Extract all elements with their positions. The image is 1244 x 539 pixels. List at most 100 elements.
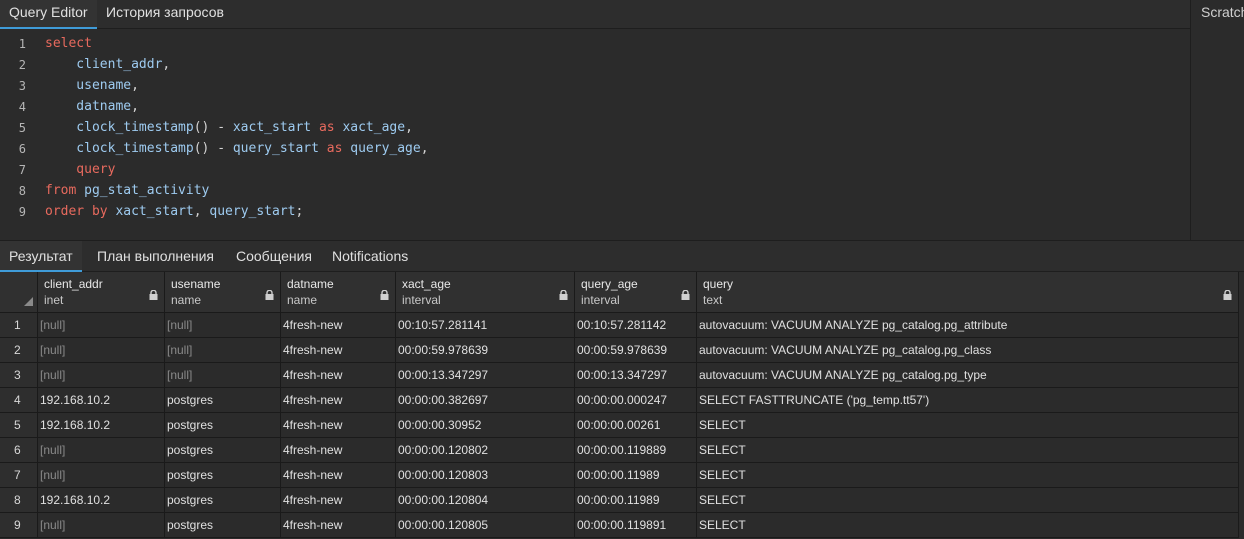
- table-row[interactable]: 9 [null] postgres 4fresh-new 00:00:00.120805…: [0, 513, 1244, 538]
- row-number[interactable]: 9: [0, 513, 38, 538]
- sql-editor[interactable]: 1 2 3 4 5 6 7 8 9 select client_addr, usename, d…: [0, 29, 1190, 240]
- scratch-panel-tab[interactable]: Scratch: [1190, 0, 1244, 29]
- table-cell[interactable]: 00:00:13.347297: [396, 363, 575, 388]
- table-cell[interactable]: postgres: [165, 463, 281, 488]
- table-cell[interactable]: SELECT: [697, 488, 1239, 513]
- table-cell[interactable]: 4fresh-new: [281, 438, 396, 463]
- table-cell[interactable]: [null]: [38, 438, 165, 463]
- table-cell[interactable]: [null]: [165, 313, 281, 338]
- row-number[interactable]: 7: [0, 463, 38, 488]
- table-cell[interactable]: SELECT FASTTRUNCATE ('pg_temp.tt57'): [697, 388, 1239, 413]
- table-cell[interactable]: postgres: [165, 438, 281, 463]
- lock-icon: [149, 287, 158, 300]
- column-header-client-addr[interactable]: client_addr inet: [38, 272, 165, 313]
- table-row[interactable]: 3 [null] [null] 4fresh-new 00:00:13.347297 00…: [0, 363, 1244, 388]
- table-row[interactable]: 2 [null] [null] 4fresh-new 00:00:59.978639 00…: [0, 338, 1244, 363]
- table-cell[interactable]: [null]: [165, 338, 281, 363]
- table-row[interactable]: 7 [null] postgres 4fresh-new 00:00:00.120803…: [0, 463, 1244, 488]
- table-cell[interactable]: postgres: [165, 388, 281, 413]
- row-number[interactable]: 4: [0, 388, 38, 413]
- table-cell[interactable]: postgres: [165, 413, 281, 438]
- tab-notifications[interactable]: Notifications: [323, 241, 417, 272]
- table-cell[interactable]: 00:00:00.119891: [575, 513, 697, 538]
- table-cell[interactable]: [null]: [38, 513, 165, 538]
- tab-query-editor[interactable]: Query Editor: [0, 0, 97, 29]
- sql-punctuation: ,: [405, 120, 413, 135]
- table-cell[interactable]: 00:00:00.119889: [575, 438, 697, 463]
- row-number[interactable]: 3: [0, 363, 38, 388]
- table-cell[interactable]: 4fresh-new: [281, 488, 396, 513]
- sql-punctuation: ,: [131, 78, 139, 93]
- table-cell[interactable]: [null]: [38, 313, 165, 338]
- row-number[interactable]: 1: [0, 313, 38, 338]
- table-cell[interactable]: [null]: [165, 363, 281, 388]
- table-cell[interactable]: 192.168.10.2: [38, 413, 165, 438]
- column-header-query[interactable]: query text: [697, 272, 1239, 313]
- column-header-usename[interactable]: usename name: [165, 272, 281, 313]
- table-cell[interactable]: 00:00:00.120804: [396, 488, 575, 513]
- sql-keyword: order by: [45, 204, 116, 219]
- grid-corner[interactable]: [0, 272, 38, 313]
- table-cell[interactable]: 00:00:13.347297: [575, 363, 697, 388]
- table-cell[interactable]: 4fresh-new: [281, 313, 396, 338]
- table-cell[interactable]: 4fresh-new: [281, 513, 396, 538]
- table-cell[interactable]: autovacuum: VACUUM ANALYZE pg_catalog.pg…: [697, 313, 1239, 338]
- table-cell[interactable]: SELECT: [697, 513, 1239, 538]
- table-cell[interactable]: 00:00:59.978639: [575, 338, 697, 363]
- table-cell[interactable]: 4fresh-new: [281, 463, 396, 488]
- table-cell[interactable]: [null]: [38, 463, 165, 488]
- table-cell[interactable]: 00:00:00.30952: [396, 413, 575, 438]
- table-cell[interactable]: postgres: [165, 488, 281, 513]
- table-cell[interactable]: 00:00:00.120802: [396, 438, 575, 463]
- row-number[interactable]: 5: [0, 413, 38, 438]
- table-cell[interactable]: autovacuum: VACUUM ANALYZE pg_catalog.pg…: [697, 363, 1239, 388]
- row-number[interactable]: 2: [0, 338, 38, 363]
- table-cell[interactable]: 00:00:59.978639: [396, 338, 575, 363]
- result-grid[interactable]: client_addr inet usename name datname name xac…: [0, 272, 1244, 539]
- table-cell[interactable]: autovacuum: VACUUM ANALYZE pg_catalog.pg…: [697, 338, 1239, 363]
- lock-icon: [265, 287, 274, 300]
- table-cell[interactable]: 00:10:57.281142: [575, 313, 697, 338]
- table-cell[interactable]: 00:00:00.11989: [575, 463, 697, 488]
- table-cell[interactable]: [null]: [38, 363, 165, 388]
- sql-keyword: select: [45, 36, 92, 51]
- tab-execution-plan[interactable]: План выполнения: [88, 241, 223, 272]
- sql-punctuation: ,: [162, 57, 171, 72]
- table-cell[interactable]: 00:00:00.000247: [575, 388, 697, 413]
- table-cell[interactable]: SELECT: [697, 413, 1239, 438]
- table-cell[interactable]: 00:00:00.00261: [575, 413, 697, 438]
- sql-punctuation: ,: [131, 99, 139, 114]
- code-line: clock_timestamp() - xact_start as xact_a…: [45, 120, 413, 135]
- table-cell[interactable]: 4fresh-new: [281, 363, 396, 388]
- sql-identifier: query_start: [209, 204, 296, 219]
- tab-messages[interactable]: Сообщения: [227, 241, 321, 272]
- table-cell[interactable]: 00:00:00.382697: [396, 388, 575, 413]
- table-row[interactable]: 4 192.168.10.2 postgres 4fresh-new 00:00:00.…: [0, 388, 1244, 413]
- table-cell[interactable]: SELECT: [697, 463, 1239, 488]
- column-header-datname[interactable]: datname name: [281, 272, 396, 313]
- row-number[interactable]: 6: [0, 438, 38, 463]
- table-cell[interactable]: 192.168.10.2: [38, 388, 165, 413]
- column-header-query-age[interactable]: query_age interval: [575, 272, 697, 313]
- table-cell[interactable]: 00:00:00.11989: [575, 488, 697, 513]
- table-cell[interactable]: 4fresh-new: [281, 388, 396, 413]
- table-cell[interactable]: SELECT: [697, 438, 1239, 463]
- table-cell[interactable]: 4fresh-new: [281, 413, 396, 438]
- table-row[interactable]: 6 [null] postgres 4fresh-new 00:00:00.120802…: [0, 438, 1244, 463]
- row-number[interactable]: 8: [0, 488, 38, 513]
- table-row[interactable]: 8 192.168.10.2 postgres 4fresh-new 00:00:00.…: [0, 488, 1244, 513]
- table-cell[interactable]: [null]: [38, 338, 165, 363]
- tab-query-history[interactable]: История запросов: [97, 0, 233, 29]
- table-cell[interactable]: 192.168.10.2: [38, 488, 165, 513]
- table-cell[interactable]: 00:00:00.120803: [396, 463, 575, 488]
- table-cell[interactable]: postgres: [165, 513, 281, 538]
- sql-keyword: as: [311, 120, 343, 135]
- sql-identifier: query_age: [350, 141, 421, 156]
- table-row[interactable]: 5 192.168.10.2 postgres 4fresh-new 00:00:00.…: [0, 413, 1244, 438]
- table-row[interactable]: 1 [null] [null] 4fresh-new 00:10:57.281141 00…: [0, 313, 1244, 338]
- tab-result[interactable]: Результат: [0, 241, 82, 272]
- table-cell[interactable]: 00:00:00.120805: [396, 513, 575, 538]
- table-cell[interactable]: 4fresh-new: [281, 338, 396, 363]
- column-header-xact-age[interactable]: xact_age interval: [396, 272, 575, 313]
- table-cell[interactable]: 00:10:57.281141: [396, 313, 575, 338]
